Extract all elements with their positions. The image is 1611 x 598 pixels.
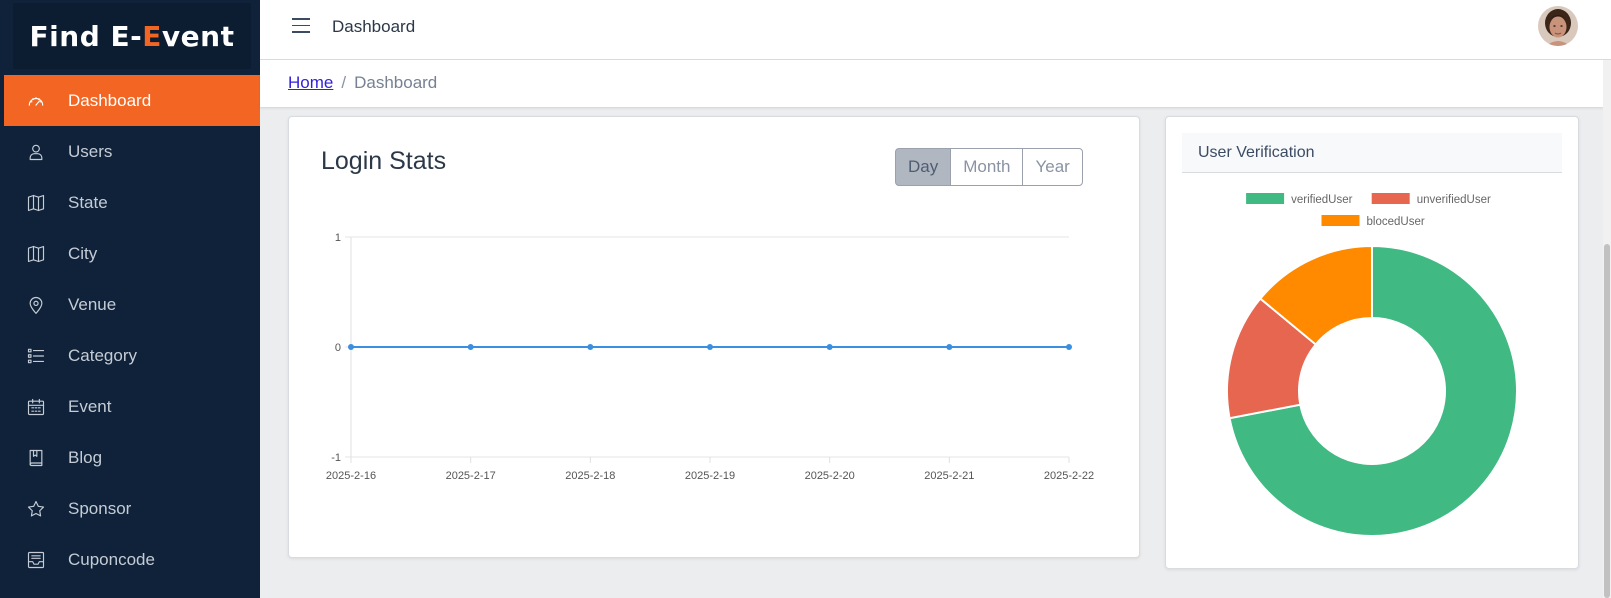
y-tick-label: -1 bbox=[331, 452, 341, 464]
sidebar-item-label: Sponsor bbox=[68, 498, 132, 518]
breadcrumb-current: Dashboard bbox=[354, 73, 438, 92]
brand-text-accent: E bbox=[142, 19, 162, 53]
list-icon bbox=[24, 344, 48, 368]
breadcrumb: Home / Dashboard bbox=[288, 73, 437, 93]
sidebar-item-city[interactable]: City bbox=[4, 228, 260, 279]
x-tick-label: 2025-2-16 bbox=[326, 470, 376, 482]
sidebar-item-sponsor[interactable]: Sponsor bbox=[4, 483, 260, 534]
login-stats-card: Login Stats Day Month Year 1 0 -1 2025-2-16… bbox=[288, 116, 1140, 558]
breadcrumb-separator: / bbox=[341, 73, 347, 92]
speedometer-icon bbox=[24, 89, 48, 113]
user-icon bbox=[24, 140, 48, 164]
x-tick-label: 2025-2-20 bbox=[805, 470, 855, 482]
sidebar-item-label: Users bbox=[68, 141, 113, 161]
sidebar-item-dashboard[interactable]: Dashboard bbox=[4, 75, 260, 126]
legend-swatch bbox=[1321, 215, 1360, 226]
x-tick-label: 2025-2-21 bbox=[924, 470, 974, 482]
sidebar-item-label: Dashboard bbox=[68, 90, 152, 110]
star-icon bbox=[24, 497, 48, 521]
header-title: Dashboard bbox=[332, 17, 416, 36]
calendar-icon bbox=[24, 395, 48, 419]
user-verification-card: User Verification verifiedUser unverified… bbox=[1165, 116, 1579, 569]
data-point bbox=[348, 344, 354, 350]
sidebar-item-users[interactable]: Users bbox=[4, 126, 260, 177]
breadcrumb-bar: Home / Dashboard bbox=[260, 60, 1611, 108]
sidebar-item-venue[interactable]: Venue bbox=[4, 279, 260, 330]
legend-swatch bbox=[1246, 193, 1285, 204]
sidebar-item-state[interactable]: State bbox=[4, 177, 260, 228]
sidebar: Find E-Event Dashboard Users State City bbox=[0, 0, 260, 598]
book-icon bbox=[24, 446, 48, 470]
x-tick-label: 2025-2-17 bbox=[446, 470, 496, 482]
brand-text-part1: Find E- bbox=[29, 19, 143, 53]
sidebar-item-label: State bbox=[68, 192, 108, 212]
legend-swatch bbox=[1371, 193, 1410, 204]
sidebar-item-blog[interactable]: Blog bbox=[4, 432, 260, 483]
sidebar-item-label: City bbox=[68, 243, 98, 263]
data-point bbox=[467, 344, 474, 350]
scrollbar-thumb[interactable] bbox=[1604, 244, 1610, 598]
legend-label: blocedUser bbox=[1367, 216, 1425, 228]
sidebar-item-category[interactable]: Category bbox=[4, 330, 260, 381]
y-tick-label: 0 bbox=[335, 342, 341, 354]
data-point bbox=[826, 344, 833, 350]
sidebar-item-label: Event bbox=[68, 396, 112, 416]
avatar[interactable] bbox=[1538, 6, 1578, 46]
sidebar-item-label: Blog bbox=[68, 447, 103, 467]
breadcrumb-home-link[interactable]: Home bbox=[288, 73, 333, 92]
brand-text-part2: vent bbox=[161, 19, 235, 53]
data-point bbox=[946, 344, 953, 350]
x-tick-label: 2025-2-22 bbox=[1044, 470, 1094, 482]
sidebar-nav: Dashboard Users State City Venue Categor… bbox=[4, 75, 260, 585]
sidebar-item-label: Venue bbox=[68, 294, 117, 314]
data-point bbox=[1066, 344, 1072, 350]
brand-logo[interactable]: Find E- Event bbox=[13, 3, 251, 69]
sidebar-item-label: Category bbox=[68, 345, 137, 365]
inbox-icon bbox=[24, 548, 48, 572]
login-stats-chart: 1 0 -1 2025-2-16 2025-2-17 2025-2-18 2025-2-19… bbox=[326, 232, 1094, 482]
user-verification-chart: verifiedUser unverifiedUser blocedUser bbox=[1226, 193, 1518, 537]
data-point bbox=[587, 344, 594, 350]
y-tick-label: 1 bbox=[335, 232, 341, 244]
sidebar-item-label: Cuponcode bbox=[68, 549, 155, 569]
x-tick-label: 2025-2-18 bbox=[565, 470, 615, 482]
legend-label: unverifiedUser bbox=[1417, 194, 1491, 206]
menu-toggle-icon[interactable] bbox=[292, 18, 310, 34]
sidebar-item-event[interactable]: Event bbox=[4, 381, 260, 432]
map-icon bbox=[24, 191, 48, 215]
location-pin-icon bbox=[24, 293, 48, 317]
sidebar-item-cuponcode[interactable]: Cuponcode bbox=[4, 534, 260, 585]
top-header: Dashboard bbox=[260, 0, 1611, 60]
legend-label: verifiedUser bbox=[1291, 194, 1353, 206]
data-point bbox=[707, 344, 713, 350]
x-tick-label: 2025-2-19 bbox=[685, 470, 735, 482]
map-icon bbox=[24, 242, 48, 266]
